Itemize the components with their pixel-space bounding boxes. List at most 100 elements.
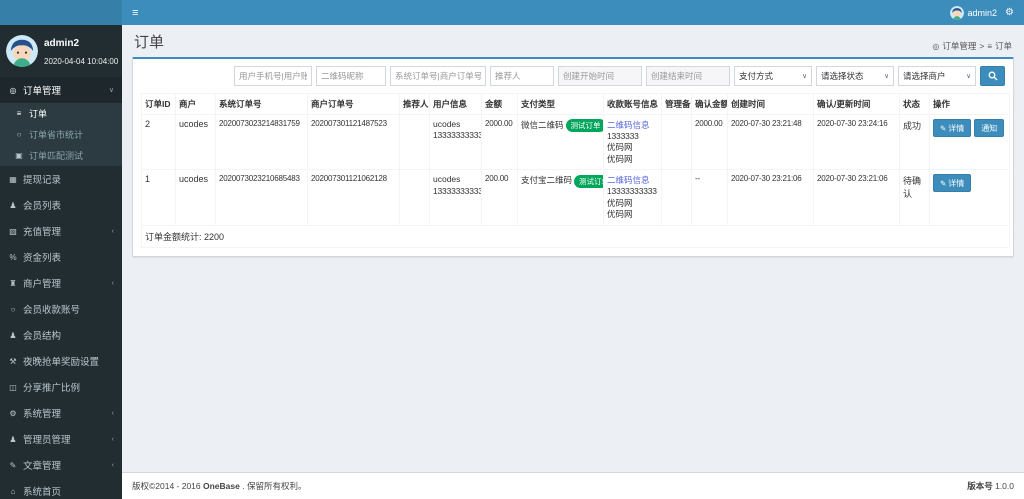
square-icon: ▣ — [14, 151, 24, 160]
sidebar-item-label: 提现记录 — [23, 172, 114, 186]
merchant-select-value: 请选择商户 — [903, 70, 946, 82]
user-phone-input[interactable] — [234, 66, 312, 86]
sidebar-item-admin-management[interactable]: ♟ 管理员管理 ‹ — [0, 426, 122, 452]
sidebar-item-label: 会员收款账号 — [23, 302, 114, 316]
sidebar-item-recharge-management[interactable]: ▧ 充值管理 ‹ — [0, 218, 122, 244]
users-icon: ♟ — [8, 331, 18, 340]
sidebar-item-label: 会员列表 — [23, 198, 114, 212]
gear-icon: ⚙ — [8, 409, 18, 418]
create-end-time-input[interactable] — [646, 66, 730, 86]
status-select[interactable]: 请选择状态 ∨ — [816, 66, 894, 86]
order-amount-summary: 订单金额统计: 2200 — [142, 225, 1010, 247]
sidebar-item-order-management[interactable]: ◎ 订单管理 ∨ — [0, 77, 122, 103]
sidebar-item-member-list[interactable]: ♟ 会员列表 — [0, 192, 122, 218]
admin-app: admin2 2020-04-04 10:04:00 ◎ 订单管理 ∨ ≡ 订单… — [0, 0, 1024, 499]
sidebar-item-funds-list[interactable]: % 资金列表 — [0, 244, 122, 270]
cell-confirm-amount: 2000.00 — [692, 115, 728, 170]
qrcode-info-link[interactable]: 二维码信息 — [607, 174, 658, 186]
account-line: 优码网 — [607, 209, 658, 220]
chevron-left-icon: ‹ — [112, 462, 114, 469]
copyright: 版权©2014 - 2016 OneBase . 保留所有权利。 — [132, 480, 306, 492]
cell-actions: ✎详情 — [930, 170, 1010, 225]
sidebar-item-merchant-management[interactable]: ♜ 商户管理 ‹ — [0, 270, 122, 296]
cell-merchant: ucodes — [176, 115, 216, 170]
search-icon — [988, 71, 998, 81]
cell-user-info: ucodes 13333333333 — [430, 170, 482, 225]
table-icon: ▦ — [8, 175, 18, 184]
chevron-down-icon: ∨ — [966, 72, 971, 80]
sidebar-item-withdraw-records[interactable]: ▦ 提现记录 — [0, 166, 122, 192]
cell-merchant-order-no: 202007301121062128 — [308, 170, 400, 225]
sidebar-item-label: 会员结构 — [23, 328, 114, 342]
user-account: ucodes — [433, 174, 478, 185]
percent-icon: % — [8, 253, 18, 262]
detail-button-label: 详情 — [948, 178, 964, 189]
pay-type-text: 支付宝二维码 — [521, 175, 572, 185]
sidebar-item-order-province-stats[interactable]: ○ 订单省市统计 — [0, 124, 122, 145]
breadcrumb-separator: > — [979, 41, 984, 51]
sidebar-item-order-match-test[interactable]: ▣ 订单匹配测试 — [0, 145, 122, 166]
col-account-info: 收款账号信息 — [604, 94, 662, 115]
cell-status: 待确认 — [900, 170, 930, 225]
chevron-left-icon: ‹ — [112, 280, 114, 287]
copyright-prefix: 版权©2014 - 2016 — [132, 481, 203, 491]
cell-referrer — [400, 170, 430, 225]
referrer-input[interactable] — [490, 66, 554, 86]
sidebar-item-member-structure[interactable]: ♟ 会员结构 — [0, 322, 122, 348]
chevron-left-icon: ‹ — [112, 410, 114, 417]
col-merchant: 商户 — [176, 94, 216, 115]
account-line: 1333333 — [607, 131, 658, 142]
avatar — [6, 35, 38, 67]
cell-user-info: ucodes 13333333333 — [430, 115, 482, 170]
search-button[interactable] — [980, 66, 1005, 86]
qrcode-name-input[interactable] — [316, 66, 386, 86]
chart-icon: ◫ — [8, 383, 18, 392]
col-admin-note: 管理备注 — [662, 94, 692, 115]
sidebar-item-label: 充值管理 — [23, 224, 107, 238]
sidebar-username: admin2 — [44, 38, 79, 49]
version: 版本号 1.0.0 — [967, 480, 1014, 492]
cell-amount: 200.00 — [482, 170, 518, 225]
sidebar-item-system-management[interactable]: ⚙ 系统管理 ‹ — [0, 400, 122, 426]
sidebar-item-label: 订单省市统计 — [29, 128, 114, 141]
user-icon: ♟ — [8, 201, 18, 210]
sidebar-user-meta: admin2 2020-04-04 10:04:00 — [44, 33, 118, 69]
main-area: ≡ admin2 ⚙ 订单 — [122, 0, 1024, 499]
sidebar-item-orders[interactable]: ≡ 订单 — [0, 103, 122, 124]
qrcode-info-link[interactable]: 二维码信息 — [607, 119, 658, 131]
detail-button-label: 详情 — [948, 123, 964, 134]
cell-status: 成功 — [900, 115, 930, 170]
order-no-input[interactable] — [390, 66, 486, 86]
hamburger-icon[interactable]: ≡ — [132, 7, 138, 19]
merchant-select[interactable]: 请选择商户 ∨ — [898, 66, 976, 86]
sidebar-item-member-payment-accounts[interactable]: ○ 会员收款账号 — [0, 296, 122, 322]
status-select-value: 请选择状态 — [821, 70, 864, 82]
copyright-suffix: . 保留所有权利。 — [240, 481, 307, 491]
sidebar-item-system-home[interactable]: ⌂ 系统首页 — [0, 478, 122, 499]
cell-admin-note — [662, 115, 692, 170]
user-phone: 13333333333 — [433, 186, 478, 197]
create-start-time-input[interactable] — [558, 66, 642, 86]
avatar — [950, 6, 964, 20]
breadcrumb-parent[interactable]: 订单管理 — [942, 40, 976, 52]
notify-button[interactable]: 通知 — [974, 119, 1004, 137]
sidebar-item-article-management[interactable]: ✎ 文章管理 ‹ — [0, 452, 122, 478]
col-create-time: 创建时间 — [728, 94, 814, 115]
sidebar-item-label: 商户管理 — [23, 276, 107, 290]
sidebar-submenu-orders: ≡ 订单 ○ 订单省市统计 ▣ 订单匹配测试 — [0, 103, 122, 166]
gear-icon[interactable]: ⚙ — [1005, 7, 1014, 18]
pay-type-select[interactable]: 支付方式 ∨ — [734, 66, 812, 86]
col-amount: 金额 — [482, 94, 518, 115]
sidebar-user-panel: admin2 2020-04-04 10:04:00 — [0, 25, 122, 77]
col-sys-order-no: 系统订单号 — [216, 94, 308, 115]
chevron-down-icon: ∨ — [884, 72, 889, 80]
orders-box: 支付方式 ∨ 请选择状态 ∨ 请选择商户 ∨ — [132, 57, 1014, 257]
detail-button[interactable]: ✎详情 — [933, 119, 971, 137]
detail-button[interactable]: ✎详情 — [933, 174, 971, 192]
sidebar-item-share-promotion-ratio[interactable]: ◫ 分享推广比例 — [0, 374, 122, 400]
home-icon: ⌂ — [8, 487, 18, 496]
sidebar-item-night-grab-reward-settings[interactable]: ⚒ 夜晚抢单奖励设置 — [0, 348, 122, 374]
cell-order-id: 2 — [142, 115, 176, 170]
topbar-user-menu[interactable]: admin2 — [950, 6, 998, 20]
cell-amount: 2000.00 — [482, 115, 518, 170]
